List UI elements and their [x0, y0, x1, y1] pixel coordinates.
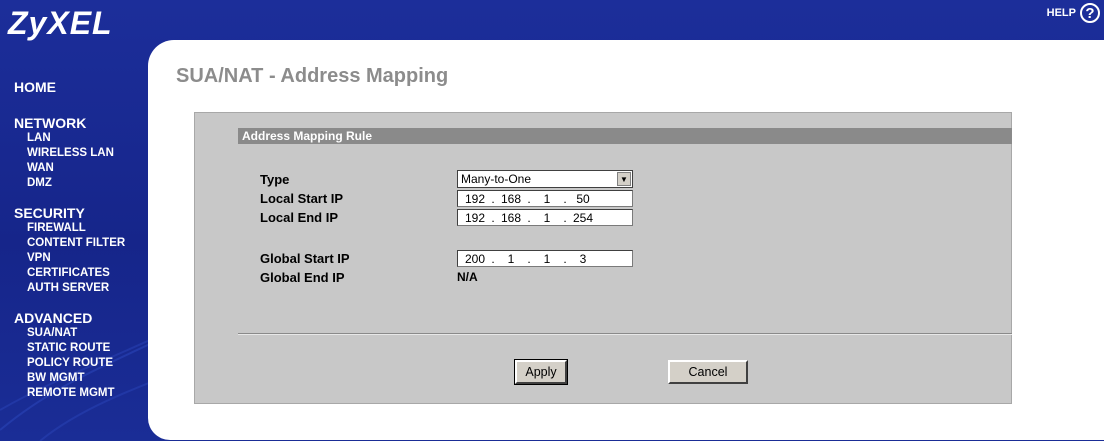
nav-item-content-filter[interactable]: CONTENT FILTER	[27, 236, 150, 251]
page-title: SUA/NAT - Address Mapping	[176, 65, 449, 87]
nav-item-certificates[interactable]: CERTIFICATES	[27, 266, 150, 281]
local-start-ip-label: Local Start IP	[260, 191, 344, 206]
nav-item-dmz[interactable]: DMZ	[27, 176, 150, 191]
address-mapping-panel: Address Mapping Rule Type Many-to-One ▼ …	[194, 112, 1012, 404]
ip-octet[interactable]: 254	[570, 211, 596, 225]
nav-home[interactable]: HOME	[14, 79, 150, 95]
nav-item-policy-route[interactable]: POLICY ROUTE	[27, 356, 150, 371]
apply-button[interactable]: Apply	[514, 359, 568, 385]
ip-octet[interactable]: 50	[570, 192, 596, 206]
nav-item-wireless-lan[interactable]: WIRELESS LAN	[27, 146, 150, 161]
local-end-ip-field[interactable]: 192. 168. 1. 254	[457, 209, 633, 226]
ip-dot: .	[527, 191, 531, 206]
ip-octet[interactable]: 192	[462, 211, 488, 225]
nav-item-bw-mgmt[interactable]: BW MGMT	[27, 371, 150, 386]
nav-item-wan[interactable]: WAN	[27, 161, 150, 176]
help-icon: ?	[1080, 3, 1100, 23]
divider	[238, 333, 1012, 335]
help-label: HELP	[1046, 7, 1076, 19]
ip-octet[interactable]: 1	[498, 252, 524, 266]
nav-advanced[interactable]: ADVANCED	[14, 310, 150, 326]
nav-security[interactable]: SECURITY	[14, 205, 150, 221]
ip-octet[interactable]: 192	[462, 192, 488, 206]
ip-octet[interactable]: 200	[462, 252, 488, 266]
ip-octet[interactable]: 1	[534, 252, 560, 266]
section-header: Address Mapping Rule	[238, 128, 1012, 144]
nav-item-firewall[interactable]: FIREWALL	[27, 221, 150, 236]
ip-dot: .	[527, 210, 531, 225]
global-end-ip-value: N/A	[457, 270, 478, 284]
section-title: Address Mapping Rule	[242, 129, 373, 143]
type-select-value: Many-to-One	[461, 172, 532, 186]
ip-dot: .	[563, 191, 567, 206]
cancel-button[interactable]: Cancel	[668, 360, 748, 384]
sidebar-nav: HOME NETWORK LAN WIRELESS LAN WAN DMZ SE…	[0, 76, 150, 401]
ip-octet[interactable]: 168	[498, 192, 524, 206]
nav-item-lan[interactable]: LAN	[27, 131, 150, 146]
zyxel-logo: ZyXEL	[8, 5, 113, 41]
content-area: SUA/NAT - Address Mapping Address Mappin…	[148, 40, 1104, 440]
ip-octet[interactable]: 1	[534, 192, 560, 206]
nav-item-auth-server[interactable]: AUTH SERVER	[27, 281, 150, 296]
nav-item-vpn[interactable]: VPN	[27, 251, 150, 266]
global-start-ip-field[interactable]: 200. 1. 1. 3	[457, 250, 633, 267]
help-button[interactable]: HELP ?	[1047, 3, 1100, 23]
chevron-down-icon[interactable]: ▼	[617, 172, 631, 186]
local-end-ip-label: Local End IP	[260, 210, 339, 225]
global-start-ip-label: Global Start IP	[260, 251, 350, 266]
nav-item-sua-nat[interactable]: SUA/NAT	[27, 326, 150, 341]
ip-octet[interactable]: 168	[498, 211, 524, 225]
ip-dot: .	[491, 191, 495, 206]
nav-item-static-route[interactable]: STATIC ROUTE	[27, 341, 150, 356]
ip-dot: .	[563, 210, 567, 225]
global-end-ip-label: Global End IP	[260, 270, 345, 285]
ip-dot: .	[527, 251, 531, 266]
ip-octet[interactable]: 3	[570, 252, 596, 266]
local-start-ip-field[interactable]: 192. 168. 1. 50	[457, 190, 633, 207]
ip-dot: .	[491, 251, 495, 266]
nav-item-remote-mgmt[interactable]: REMOTE MGMT	[27, 386, 150, 401]
type-label: Type	[260, 172, 290, 187]
ip-octet[interactable]: 1	[534, 211, 560, 225]
ip-dot: .	[491, 210, 495, 225]
type-select[interactable]: Many-to-One ▼	[457, 170, 633, 188]
ip-dot: .	[563, 251, 567, 266]
nav-network[interactable]: NETWORK	[14, 115, 150, 131]
